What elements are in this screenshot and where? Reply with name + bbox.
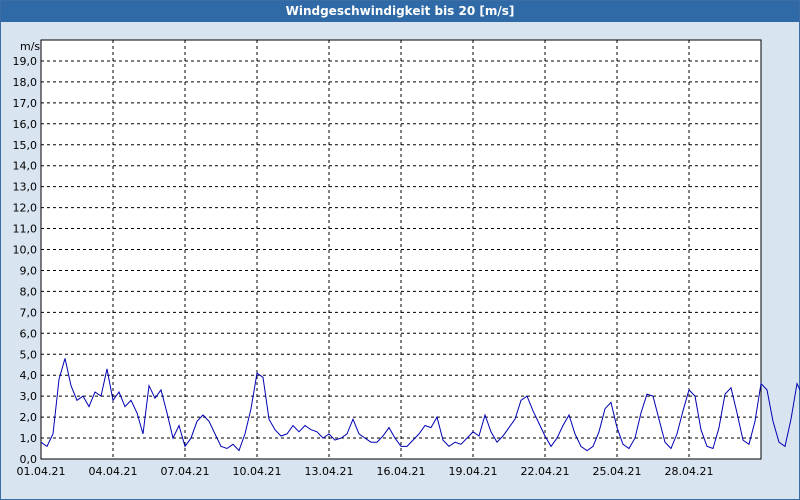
y-tick-label: 3,0 — [20, 390, 38, 403]
y-tick-label: 18,0 — [13, 76, 38, 89]
y-tick-label: 6,0 — [20, 327, 38, 340]
y-tick-label: 14,0 — [13, 160, 38, 173]
x-axis-ticks: 01.04.21 04.04.21 07.04.21 10.04.21 13.04.21… — [17, 465, 714, 478]
y-tick-label: 8,0 — [20, 285, 38, 298]
chart-canvas: 0,01,02,03,04,05,06,07,08,09,010,011,012… — [13, 39, 800, 478]
y-tick-label: 5,0 — [20, 348, 38, 361]
y-axis-ticks: 0,01,02,03,04,05,06,07,08,09,010,011,012… — [13, 55, 38, 466]
x-tick-label: 19.04.21 — [449, 465, 498, 478]
y-tick-label: 13,0 — [13, 181, 38, 194]
x-tick-label: 04.04.21 — [89, 465, 138, 478]
y-tick-label: 10,0 — [13, 244, 38, 257]
x-tick-label: 01.04.21 — [17, 465, 66, 478]
y-axis-label: m/s — [20, 40, 40, 53]
y-tick-label: 16,0 — [13, 118, 38, 131]
x-tick-label: 28.04.21 — [665, 465, 714, 478]
y-tick-label: 2,0 — [20, 411, 38, 424]
x-tick-label: 13.04.21 — [305, 465, 354, 478]
y-tick-label: 19,0 — [13, 55, 38, 68]
x-tick-label: 10.04.21 — [233, 465, 282, 478]
y-tick-label: 11,0 — [13, 223, 38, 236]
x-tick-label: 22.04.21 — [521, 465, 570, 478]
y-tick-label: 15,0 — [13, 139, 38, 152]
x-tick-label: 16.04.21 — [377, 465, 426, 478]
y-tick-label: 4,0 — [20, 369, 38, 382]
y-tick-label: 9,0 — [20, 264, 38, 277]
y-tick-label: 7,0 — [20, 306, 38, 319]
y-tick-label: 17,0 — [13, 97, 38, 110]
y-tick-label: 12,0 — [13, 202, 38, 215]
x-tick-label: 07.04.21 — [161, 465, 210, 478]
x-tick-label: 25.04.21 — [593, 465, 642, 478]
y-tick-label: 1,0 — [20, 432, 38, 445]
